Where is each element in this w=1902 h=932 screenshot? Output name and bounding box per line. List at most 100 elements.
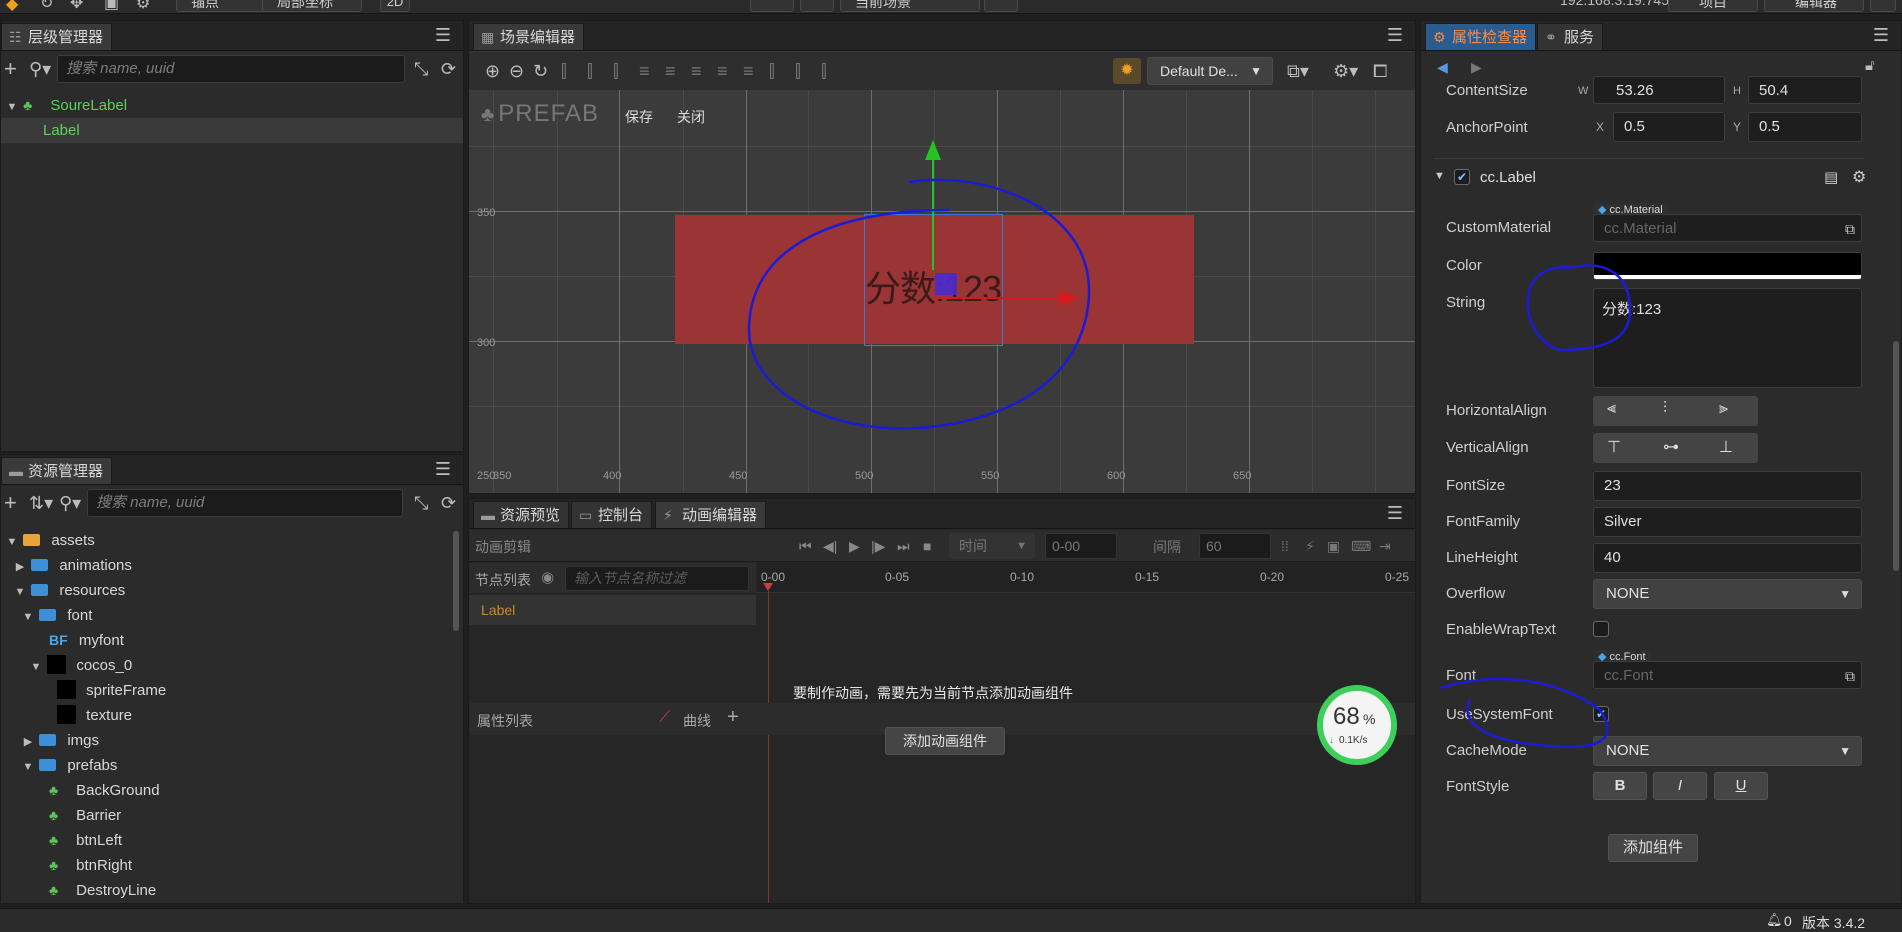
component-settings-icon[interactable]: ⚙ [1852,167,1866,187]
search-type-icon[interactable]: ⚲▾ [59,493,81,513]
scene-viewport[interactable]: 350 300 250 350 400 450 500 550 600 650 … [469,90,1415,493]
align-center-icon[interactable]: ⫿ [587,61,593,81]
event-icon[interactable]: ⚡ [1305,536,1315,556]
curve-icon[interactable]: ⟋ [659,709,670,727]
refresh-button[interactable] [984,0,1018,12]
local-coord-button[interactable]: 局部坐标 [262,0,362,12]
tab-service[interactable]: ⚭ 服务 [1537,23,1604,50]
hierarchy-menu-icon[interactable]: ☰ [435,25,451,46]
tab-assets[interactable]: ▬ 资源管理器 [1,457,113,484]
italic-button[interactable]: I [1653,772,1707,800]
tab-hierarchy[interactable]: ☷ 层级管理器 [1,23,113,50]
refresh-icon[interactable]: ⟳ [441,59,456,79]
maximize-icon[interactable]: ⧠ [1373,61,1387,81]
hierarchy-search-input[interactable]: 搜索 name, uuid [57,55,405,83]
expand-icon[interactable]: ▼ [21,755,35,780]
tab-asset-preview[interactable]: ▬ 资源预览 [473,501,570,528]
add-animation-button[interactable]: 添加动画组件 [885,727,1005,755]
preview-platform-button[interactable] [750,0,794,12]
asset-pick-icon[interactable]: ⧉ [1845,662,1855,690]
distribute-right-icon[interactable]: ⫿ [821,61,827,81]
align-left-icon[interactable]: ⫿ [561,61,567,81]
expand-icon[interactable]: ▼ [29,655,43,680]
user-button[interactable] [1870,0,1896,12]
expand-icon[interactable]: ▼ [13,580,27,605]
tree-item-btn-right[interactable]: ♣ btnRight [1,853,463,878]
align-bottom-icon[interactable]: ⊥ [1719,437,1733,457]
tree-item-label-node[interactable]: Label [1,118,463,143]
distribute-h-icon[interactable]: ⫿ [769,61,775,81]
asset-pick-icon[interactable]: ⧉ [1845,215,1855,243]
inspector-scrollbar[interactable] [1893,341,1899,571]
align-top-icon[interactable]: ≡ [639,61,650,81]
anchor-x-field[interactable]: X 0.5 [1596,112,1725,142]
editor-button[interactable]: 编辑器 [1764,0,1864,12]
playhead-icon[interactable] [763,583,773,591]
tab-scene[interactable]: ▦ 场景编辑器 [473,23,585,50]
prev-frame-icon[interactable]: ◀| [823,536,837,556]
collapse-all-icon[interactable]: ⤡ [414,59,428,79]
camera-select[interactable]: Default De... ▼ [1147,57,1273,85]
tree-item-animations[interactable]: ▶ animations [1,553,463,578]
assets-menu-icon[interactable]: ☰ [435,459,451,480]
tree-item-sprite-frame[interactable]: spriteFrame [1,678,463,703]
playhead-line[interactable] [768,591,769,903]
assets-search-input[interactable]: 搜索 name, uuid [87,489,403,517]
content-size-w-field[interactable]: W 53.26 [1578,76,1725,104]
tree-item-imgs[interactable]: ▶ imgs [1,728,463,753]
tab-console[interactable]: ▭ 控制台 [571,501,653,528]
refresh-icon[interactable]: ⟳ [441,493,456,513]
bold-button[interactable]: B [1593,772,1647,800]
save-clip-icon[interactable]: ▣ [1327,536,1340,556]
first-frame-icon[interactable]: ⏮ [799,536,812,556]
align-right-icon[interactable]: ⫸ [1719,400,1728,418]
assets-scrollbar[interactable] [453,531,459,631]
gizmo-icon[interactable]: ⧉▾ [1287,61,1309,81]
tab-animation[interactable]: ⚡ 动画编辑器 [655,501,767,528]
project-button[interactable]: 项目 [1668,0,1758,12]
scene-select[interactable]: 当前场景 [840,0,980,12]
collapse-all-icon[interactable]: ⤡ [414,493,428,513]
add-property-icon[interactable]: + [727,706,739,729]
mode-2d-button[interactable]: 2D [380,0,410,12]
custom-material-field[interactable]: cc.Material ⧉ [1593,214,1862,242]
expand-icon[interactable]: ▶ [21,730,35,755]
expand-icon[interactable]: ▼ [21,605,35,630]
align-middle-icon[interactable]: ≡ [665,61,676,81]
tree-item-background[interactable]: ♣ BackGround [1,778,463,803]
add-asset-icon[interactable]: + [4,492,17,514]
component-collapse-icon[interactable]: ▼ [1434,170,1445,182]
scale-icon[interactable]: ▣ [104,0,119,13]
tree-item-barrier[interactable]: ♣ Barrier [1,803,463,828]
scene-settings-icon[interactable]: ⚙▾ [1333,61,1358,81]
tree-item-prefabs[interactable]: ▼ prefabs [1,753,463,778]
stop-icon[interactable]: ■ [923,536,931,556]
reset-zoom-icon[interactable]: ↻ [533,61,548,81]
tree-item-resources[interactable]: ▼ resources [1,578,463,603]
add-component-button[interactable]: 添加组件 [1608,834,1698,862]
tree-item-texture[interactable]: texture [1,703,463,728]
zoom-in-icon[interactable]: ⊕ [485,61,500,81]
expand-icon[interactable]: ▶ [13,555,27,580]
last-frame-icon[interactable]: ⏭ [897,536,910,556]
tab-inspector[interactable]: ⚙ 属性检查器 [1425,23,1537,50]
keyboard-icon[interactable]: ⌨ [1351,536,1371,556]
bell-icon[interactable]: 🔔︎ [1766,912,1783,928]
tree-item-btn-left[interactable]: ♣ btnLeft [1,828,463,853]
move-icon[interactable]: ✥ [70,0,83,13]
help-doc-icon[interactable]: ▤ [1824,168,1838,186]
add-node-icon[interactable]: + [4,58,17,80]
inspector-menu-icon[interactable]: ☰ [1873,25,1889,46]
sort-icon[interactable]: ⇅▾ [29,493,53,513]
lighting-button[interactable]: ✹ [1113,58,1141,84]
snap-icon[interactable]: ⁞⁞ [1281,536,1289,556]
timeline-ruler[interactable]: 0-00 0-05 0-10 0-15 0-20 0-25 [757,563,1415,593]
play-button[interactable] [800,0,834,12]
expand-icon[interactable]: ▼ [5,95,19,120]
align-right-icon[interactable]: ⫿ [613,61,619,81]
anchor-y-field[interactable]: Y 0.5 [1733,112,1862,142]
time-mode-select[interactable]: 时间 ▼ [949,533,1035,559]
component-enabled-checkbox[interactable]: ✔ [1454,169,1470,185]
distribute-center-icon[interactable]: ⫿ [795,61,801,81]
expand-icon[interactable]: ▼ [5,530,19,555]
